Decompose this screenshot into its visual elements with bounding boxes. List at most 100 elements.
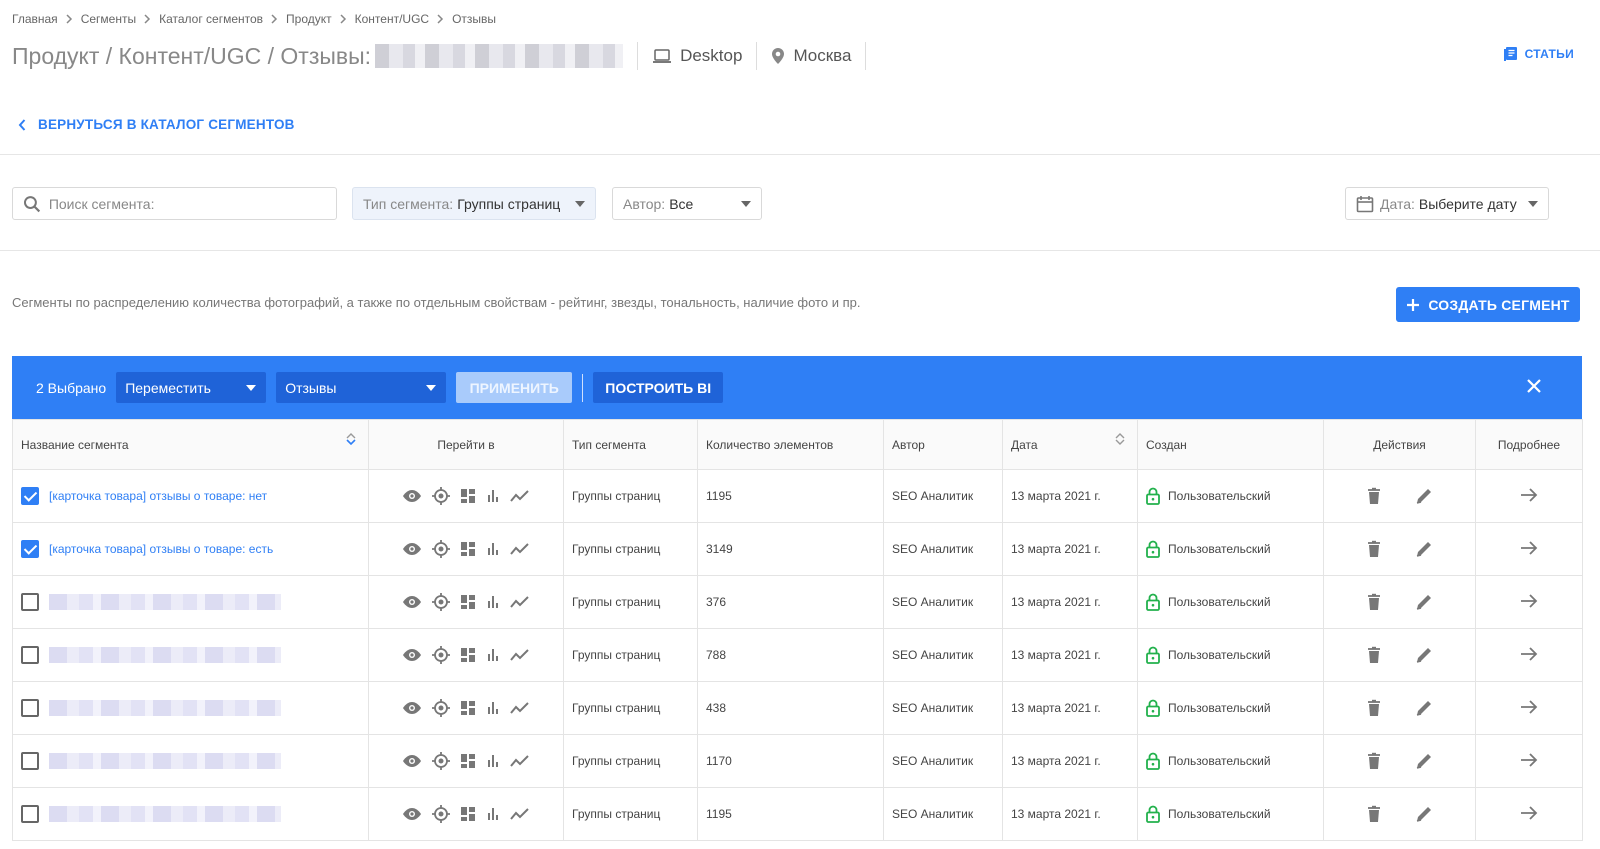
- pencil-icon[interactable]: [1415, 593, 1433, 611]
- crosshair-icon[interactable]: [432, 487, 450, 505]
- breadcrumb-item-segments[interactable]: Сегменты: [81, 12, 136, 26]
- dashboard-icon[interactable]: [460, 647, 476, 663]
- trash-icon[interactable]: [1367, 593, 1381, 611]
- search-input[interactable]: [48, 195, 326, 212]
- segment-name-link[interactable]: [карточка товара] отзывы о товаре: нет: [49, 489, 267, 503]
- arrow-right-icon[interactable]: [1520, 699, 1538, 714]
- create-segment-button[interactable]: СОЗДАТЬ СЕГМЕНТ: [1396, 287, 1580, 322]
- table-row[interactable]: Группы страниц 376 SEO Аналитик 13 марта…: [12, 575, 1583, 629]
- device-selector[interactable]: Desktop: [652, 46, 742, 66]
- row-checkbox[interactable]: [21, 699, 39, 717]
- dashboard-icon[interactable]: [460, 594, 476, 610]
- sort-icon[interactable]: [1115, 432, 1125, 446]
- table-row[interactable]: Группы страниц 788 SEO Аналитик 13 марта…: [12, 628, 1583, 682]
- arrow-right-icon[interactable]: [1520, 805, 1538, 820]
- search-field[interactable]: [12, 187, 337, 220]
- eye-icon[interactable]: [402, 595, 422, 609]
- row-checkbox[interactable]: [21, 593, 39, 611]
- dashboard-icon[interactable]: [460, 806, 476, 822]
- row-checkbox[interactable]: [21, 540, 39, 558]
- table-row[interactable]: Группы страниц 1170 SEO Аналитик 13 март…: [12, 734, 1583, 788]
- row-checkbox[interactable]: [21, 646, 39, 664]
- trend-line-icon[interactable]: [510, 754, 530, 768]
- dashboard-icon[interactable]: [460, 541, 476, 557]
- eye-icon[interactable]: [402, 754, 422, 768]
- region-selector[interactable]: Москва: [771, 46, 851, 66]
- build-bi-button[interactable]: ПОСТРОИТЬ BI: [593, 372, 724, 403]
- redacted-segment-name[interactable]: [49, 647, 281, 663]
- bar-chart-icon[interactable]: [486, 754, 500, 768]
- crosshair-icon[interactable]: [432, 646, 450, 664]
- breadcrumb-item-reviews[interactable]: Отзывы: [452, 12, 496, 26]
- trend-line-icon[interactable]: [510, 489, 530, 503]
- segment-type-dropdown[interactable]: Тип сегмента: Группы страниц: [352, 187, 596, 220]
- pencil-icon[interactable]: [1415, 487, 1433, 505]
- segment-name-link[interactable]: [карточка товара] отзывы о товаре: есть: [49, 542, 273, 556]
- eye-icon[interactable]: [402, 807, 422, 821]
- column-header-date[interactable]: Дата: [1002, 419, 1138, 470]
- close-icon[interactable]: [1526, 378, 1542, 399]
- pencil-icon[interactable]: [1415, 699, 1433, 717]
- arrow-right-icon[interactable]: [1520, 646, 1538, 661]
- dashboard-icon[interactable]: [460, 488, 476, 504]
- arrow-right-icon[interactable]: [1520, 540, 1538, 555]
- articles-link[interactable]: СТАТЬИ: [1503, 46, 1574, 62]
- move-target-dropdown[interactable]: Отзывы: [276, 372, 447, 403]
- trend-line-icon[interactable]: [510, 595, 530, 609]
- trend-line-icon[interactable]: [510, 648, 530, 662]
- redacted-segment-name[interactable]: [49, 700, 281, 716]
- trend-line-icon[interactable]: [510, 701, 530, 715]
- sort-icon[interactable]: [346, 432, 356, 446]
- trash-icon[interactable]: [1367, 752, 1381, 770]
- eye-icon[interactable]: [402, 701, 422, 715]
- table-row[interactable]: [карточка товара] отзывы о товаре: есть …: [12, 522, 1583, 576]
- redacted-segment-name[interactable]: [49, 594, 281, 610]
- pencil-icon[interactable]: [1415, 752, 1433, 770]
- eye-icon[interactable]: [402, 648, 422, 662]
- crosshair-icon[interactable]: [432, 805, 450, 823]
- pencil-icon[interactable]: [1415, 646, 1433, 664]
- trash-icon[interactable]: [1367, 540, 1381, 558]
- table-row[interactable]: [карточка товара] отзывы о товаре: нет Г…: [12, 469, 1583, 523]
- dashboard-icon[interactable]: [460, 753, 476, 769]
- arrow-right-icon[interactable]: [1520, 593, 1538, 608]
- trend-line-icon[interactable]: [510, 807, 530, 821]
- crosshair-icon[interactable]: [432, 540, 450, 558]
- redacted-segment-name[interactable]: [49, 806, 281, 822]
- trash-icon[interactable]: [1367, 646, 1381, 664]
- trash-icon[interactable]: [1367, 805, 1381, 823]
- date-picker[interactable]: Дата: Выберите дату: [1345, 187, 1549, 220]
- pencil-icon[interactable]: [1415, 540, 1433, 558]
- breadcrumb-item-catalog[interactable]: Каталог сегментов: [159, 12, 263, 26]
- pencil-icon[interactable]: [1415, 805, 1433, 823]
- bar-chart-icon[interactable]: [486, 701, 500, 715]
- eye-icon[interactable]: [402, 489, 422, 503]
- bar-chart-icon[interactable]: [486, 595, 500, 609]
- breadcrumb-item-product[interactable]: Продукт: [286, 12, 332, 26]
- column-header-name[interactable]: Название сегмента: [12, 419, 369, 470]
- arrow-right-icon[interactable]: [1520, 487, 1538, 502]
- breadcrumb-item-content[interactable]: Контент/UGC: [355, 12, 429, 26]
- back-to-catalog-link[interactable]: ВЕРНУТЬСЯ В КАТАЛОГ СЕГМЕНТОВ: [18, 117, 295, 132]
- bar-chart-icon[interactable]: [486, 648, 500, 662]
- crosshair-icon[interactable]: [432, 593, 450, 611]
- bar-chart-icon[interactable]: [486, 489, 500, 503]
- row-checkbox[interactable]: [21, 487, 39, 505]
- breadcrumb-item-home[interactable]: Главная: [12, 12, 58, 26]
- bar-chart-icon[interactable]: [486, 807, 500, 821]
- author-dropdown[interactable]: Автор: Все: [612, 187, 762, 220]
- bulk-action-dropdown[interactable]: Переместить: [116, 372, 267, 403]
- crosshair-icon[interactable]: [432, 699, 450, 717]
- trash-icon[interactable]: [1367, 699, 1381, 717]
- arrow-right-icon[interactable]: [1520, 752, 1538, 767]
- crosshair-icon[interactable]: [432, 752, 450, 770]
- trash-icon[interactable]: [1367, 487, 1381, 505]
- trend-line-icon[interactable]: [510, 542, 530, 556]
- row-checkbox[interactable]: [21, 805, 39, 823]
- dashboard-icon[interactable]: [460, 700, 476, 716]
- eye-icon[interactable]: [402, 542, 422, 556]
- table-row[interactable]: Группы страниц 1195 SEO Аналитик 13 март…: [12, 787, 1583, 841]
- bar-chart-icon[interactable]: [486, 542, 500, 556]
- redacted-segment-name[interactable]: [49, 753, 281, 769]
- apply-button[interactable]: ПРИМЕНИТЬ: [456, 372, 573, 403]
